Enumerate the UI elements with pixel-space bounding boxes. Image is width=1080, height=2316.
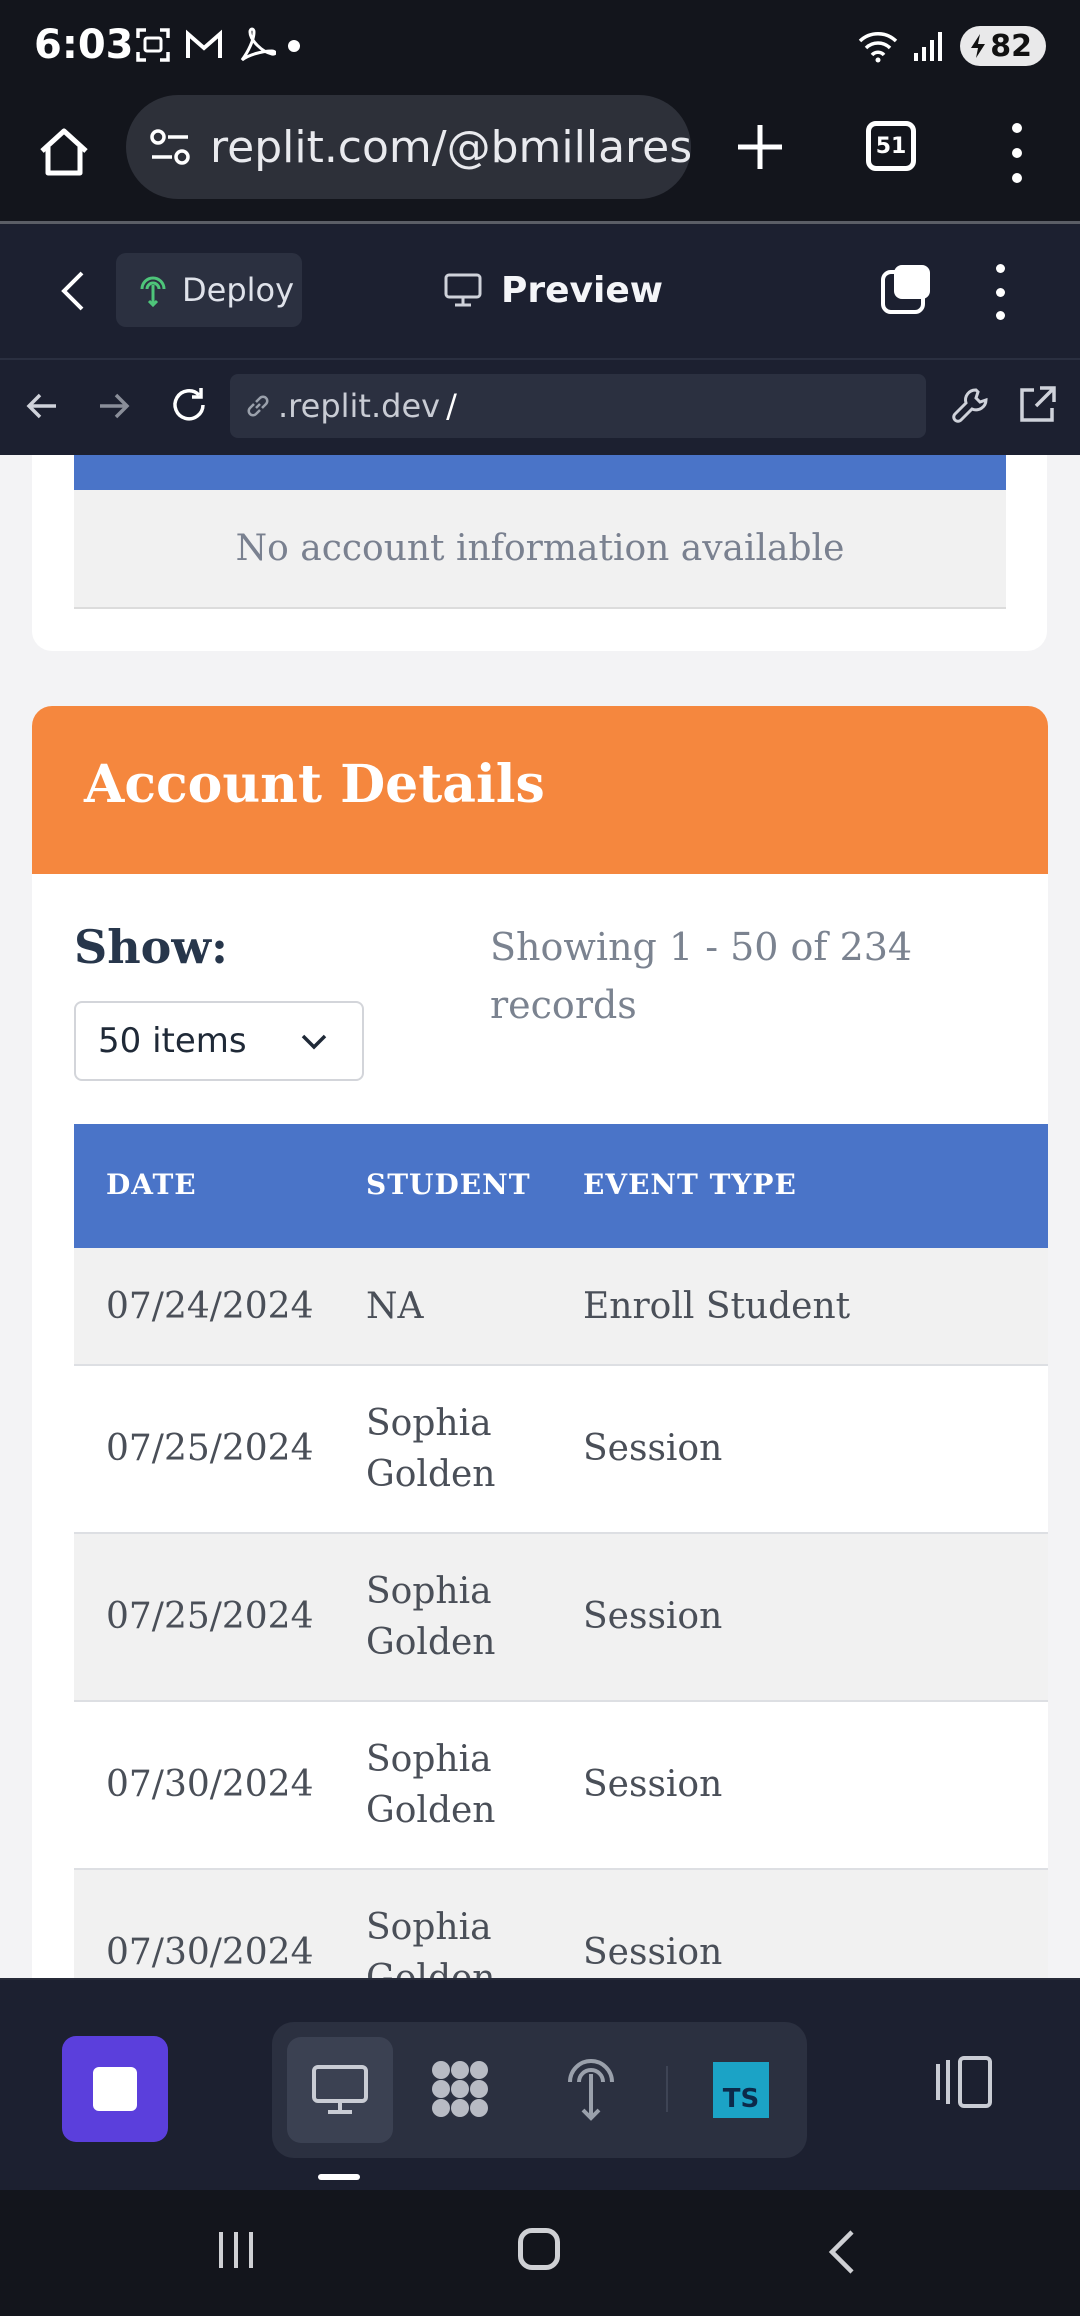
wifi-icon [859, 32, 898, 63]
url-text: replit.com/@bmillares/ [210, 121, 691, 173]
webview-forward-icon[interactable] [96, 388, 132, 424]
cell-student: Sophia Golden [366, 1907, 495, 1978]
cell-event-type: Enroll Student [583, 1286, 851, 1327]
show-label: Show: [74, 920, 228, 974]
cell-student: Sophia Golden [366, 1403, 496, 1495]
tab-switcher-button[interactable]: 51 [866, 121, 916, 171]
tab-count: 51 [875, 133, 907, 159]
cell-date: 07/24/2024 [106, 1286, 314, 1327]
signal-icon [914, 32, 943, 61]
monitor-icon [312, 2065, 368, 2114]
cell-student: NA [366, 1286, 424, 1327]
account-details-header: Account Details [32, 706, 1048, 874]
table-row[interactable]: 07/30/2024 Sophia Golden Session [74, 1870, 1048, 1978]
dock-separator [666, 2066, 668, 2112]
recent-apps-icon[interactable] [215, 2230, 257, 2270]
table-row[interactable]: 07/25/2024 Sophia Golden Session [74, 1366, 1048, 1534]
stop-icon [93, 2067, 137, 2111]
replit-menu-icon[interactable] [988, 264, 1012, 320]
back-chevron-icon[interactable] [58, 269, 88, 313]
typescript-file-icon[interactable]: TS [713, 2062, 769, 2118]
account-details-table: DATE STUDENT EVENT TYPE 07/24/2024 NA En… [74, 1124, 1048, 1978]
dock-preview-button[interactable] [287, 2037, 393, 2143]
stop-button[interactable] [62, 2036, 168, 2142]
dock-tools: TS [272, 2022, 807, 2158]
column-header-student[interactable]: STUDENT [366, 1168, 531, 1201]
android-navigation-bar [0, 2190, 1080, 2316]
dock-active-indicator [318, 2174, 360, 2180]
webview-url-field[interactable]: .replit.dev / [230, 374, 926, 438]
cell-student: Sophia Golden [366, 1571, 496, 1663]
column-header-date[interactable]: DATE [106, 1168, 197, 1201]
wrench-icon[interactable] [950, 384, 992, 426]
webview-url-domain: .replit.dev [278, 387, 441, 425]
table-row[interactable]: 07/30/2024 Sophia Golden Session [74, 1702, 1048, 1870]
account-details-title: Account Details [84, 754, 545, 815]
table-row[interactable]: 07/25/2024 Sophia Golden Session [74, 1534, 1048, 1702]
cell-event-type: Session [583, 1428, 723, 1469]
status-time: 6:03 [34, 22, 134, 68]
back-icon[interactable] [826, 2230, 856, 2274]
cell-event-type: Session [583, 1932, 723, 1973]
link-icon [247, 395, 269, 417]
battery-indicator: 82 [960, 26, 1046, 66]
chevron-down-icon [301, 1034, 327, 1050]
acrobat-icon [240, 27, 276, 62]
cell-date: 07/25/2024 [106, 1596, 314, 1637]
new-tab-icon[interactable] [730, 117, 790, 177]
deploy-icon[interactable] [564, 2052, 618, 2122]
status-bar: 6:03 82 [0, 0, 1080, 95]
records-info: Showing 1 - 50 of 234 records [490, 925, 913, 1027]
gmail-icon [186, 29, 222, 58]
replit-bottom-dock: TS [0, 1978, 1080, 2190]
webview-back-icon[interactable] [24, 388, 60, 424]
deploy-icon [140, 276, 166, 307]
agent-icon[interactable] [427, 2056, 493, 2122]
open-external-icon[interactable] [1016, 384, 1058, 426]
cell-event-type: Session [583, 1764, 723, 1805]
table-row[interactable]: 07/24/2024 NA Enroll Student [74, 1248, 1048, 1366]
battery-level: 82 [990, 28, 1032, 64]
deploy-button[interactable]: Deploy [116, 253, 302, 327]
cell-event-type: Session [583, 1596, 723, 1637]
notification-icons [134, 26, 276, 64]
account-info-table-header [74, 455, 1006, 490]
reload-icon[interactable] [168, 384, 210, 426]
account-details-card: Account Details Show: 50 items Showing 1… [32, 706, 1048, 1978]
notification-dot [288, 40, 300, 52]
address-bar[interactable]: replit.com/@bmillares/ [126, 95, 691, 199]
browser-menu-icon[interactable] [1005, 123, 1029, 183]
webview-navigation: .replit.dev / [0, 358, 1080, 455]
cell-date: 07/30/2024 [106, 1764, 314, 1805]
browser-toolbar: replit.com/@bmillares/ 51 [0, 95, 1080, 222]
items-per-page-value: 50 items [98, 1021, 247, 1061]
table-header: DATE STUDENT EVENT TYPE [74, 1124, 1048, 1248]
items-per-page-select[interactable]: 50 items [74, 1001, 364, 1081]
webview-content: No account information available Account… [0, 455, 1080, 1978]
cell-date: 07/25/2024 [106, 1428, 314, 1469]
typescript-label: TS [722, 2084, 760, 2114]
webview-url-path: / [446, 387, 457, 425]
screenshot-icon [136, 28, 170, 62]
column-header-event-type[interactable]: EVENT TYPE [583, 1168, 797, 1201]
preview-label: Preview [501, 269, 664, 311]
monitor-icon [444, 273, 482, 307]
system-icons: 82 [858, 26, 1046, 66]
layout-toggle-icon[interactable] [932, 2054, 996, 2110]
empty-state-message: No account information available [235, 528, 845, 569]
tabs-overview-icon[interactable] [880, 262, 934, 316]
tab-preview[interactable]: Preview [443, 260, 663, 320]
deploy-label: Deploy [182, 271, 295, 309]
cell-date: 07/30/2024 [106, 1932, 314, 1973]
battery-charging-icon [971, 34, 986, 58]
home-icon[interactable] [34, 123, 94, 183]
empty-state-row: No account information available [74, 490, 1006, 609]
site-settings-icon[interactable] [148, 127, 192, 167]
replit-toolbar: Deploy Preview [0, 224, 1080, 358]
home-button[interactable] [518, 2228, 560, 2270]
cell-student: Sophia Golden [366, 1739, 496, 1831]
